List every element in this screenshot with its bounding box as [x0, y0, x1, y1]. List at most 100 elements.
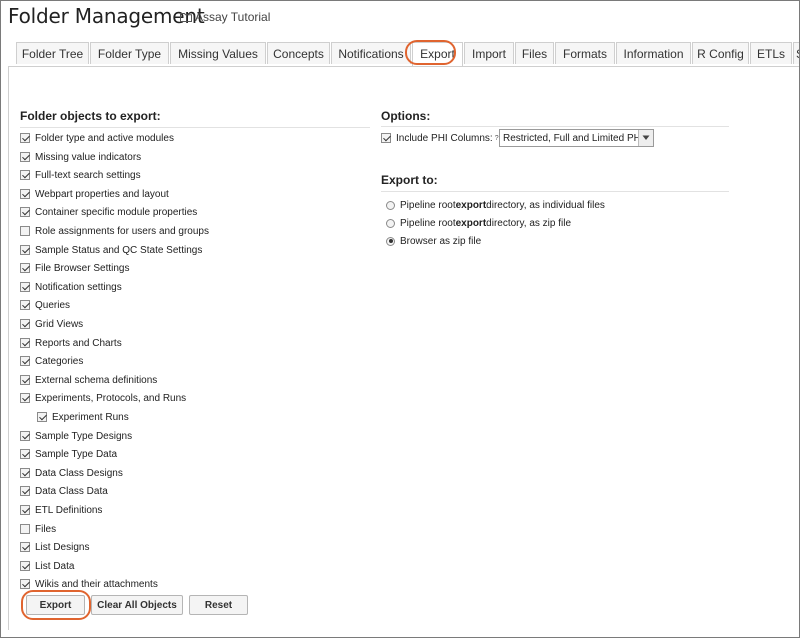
export-object-row[interactable]: External schema definitions	[20, 372, 157, 388]
export-object-row[interactable]: Missing value indicators	[20, 149, 141, 165]
export-object-label: Files	[35, 523, 57, 535]
include-phi-row[interactable]: Include PHI Columns: ?	[381, 130, 499, 146]
chevron-down-icon	[638, 130, 653, 146]
folder-icon	[180, 12, 192, 22]
export-object-row[interactable]: Experiments, Protocols, and Runs	[20, 390, 186, 406]
breadcrumb-label[interactable]: Assay Tutorial	[195, 10, 270, 24]
export-object-checkbox[interactable]	[20, 245, 30, 255]
export-object-row[interactable]: Sample Type Data	[20, 446, 117, 462]
export-object-label: Sample Status and QC State Settings	[35, 244, 203, 256]
tab-folder-tree[interactable]: Folder Tree	[16, 42, 89, 64]
include-phi-checkbox[interactable]	[381, 133, 391, 143]
export-object-label: Categories	[35, 355, 84, 367]
tab-import[interactable]: Import	[464, 42, 514, 64]
export-object-row[interactable]: Data Class Designs	[20, 465, 123, 481]
options-divider	[381, 126, 729, 127]
export-object-checkbox[interactable]	[20, 133, 30, 143]
export-object-checkbox[interactable]	[20, 449, 30, 459]
export-object-checkbox[interactable]	[20, 579, 30, 589]
export-object-label: Notification settings	[35, 281, 122, 293]
export-object-row[interactable]: Files	[20, 521, 56, 537]
export-object-checkbox[interactable]	[20, 319, 30, 329]
export-object-checkbox[interactable]	[20, 207, 30, 217]
tab-formats[interactable]: Formats	[555, 42, 615, 64]
export-object-label: Sample Type Designs	[35, 430, 133, 442]
export-object-row[interactable]: Categories	[20, 353, 83, 369]
export-object-row[interactable]: List Data	[20, 558, 74, 574]
export-object-checkbox[interactable]	[20, 486, 30, 496]
export-object-row[interactable]: Sample Type Designs	[20, 428, 132, 444]
tab-concepts[interactable]: Concepts	[267, 42, 330, 64]
export-object-checkbox[interactable]	[20, 300, 30, 310]
export-object-row[interactable]: Folder type and active modules	[20, 130, 174, 146]
radio-zip-file[interactable]	[386, 218, 395, 228]
export-object-checkbox[interactable]	[20, 189, 30, 199]
export-object-row[interactable]: Sample Status and QC State Settings	[20, 242, 202, 258]
radio-label-part: Pipeline root	[400, 217, 456, 229]
export-object-row[interactable]: Grid Views	[20, 316, 83, 332]
export-object-checkbox[interactable]	[20, 505, 30, 515]
radio-individual-files[interactable]	[386, 200, 395, 210]
export-object-label: Full-text search settings	[35, 169, 141, 181]
export-object-label: Container specific module properties	[35, 206, 198, 218]
radio-row-browser-zip[interactable]: Browser as zip file	[386, 233, 481, 249]
export-object-label: Data Class Data	[35, 485, 108, 497]
export-object-label: Experiments, Protocols, and Runs	[35, 392, 187, 404]
tab-missing-values[interactable]: Missing Values	[170, 42, 266, 64]
tab-information[interactable]: Information	[616, 42, 691, 64]
export-object-checkbox[interactable]	[20, 263, 30, 273]
radio-label-part: directory, as individual files	[486, 199, 605, 211]
radio-label-part: Browser as zip file	[400, 235, 482, 247]
export-to-divider	[381, 191, 729, 192]
radio-row-individual-files[interactable]: Pipeline root export directory, as indiv…	[386, 197, 605, 213]
export-object-row[interactable]: Reports and Charts	[20, 335, 122, 351]
export-object-checkbox[interactable]	[20, 431, 30, 441]
radio-row-zip-file[interactable]: Pipeline root export directory, as zip f…	[386, 215, 571, 231]
export-object-checkbox[interactable]	[20, 542, 30, 552]
export-object-row[interactable]: Experiment Runs	[37, 409, 129, 425]
export-object-label: File Browser Settings	[35, 262, 130, 274]
export-object-row[interactable]: Full-text search settings	[20, 167, 141, 183]
export-object-checkbox[interactable]	[20, 226, 30, 236]
clear-all-objects-button[interactable]: Clear All Objects	[91, 595, 183, 615]
export-object-row[interactable]: Queries	[20, 297, 70, 313]
export-object-label: Queries	[35, 299, 71, 311]
export-object-checkbox[interactable]	[20, 170, 30, 180]
export-object-checkbox[interactable]	[20, 375, 30, 385]
export-object-checkbox[interactable]	[20, 468, 30, 478]
phi-level-value: Restricted, Full and Limited PHI	[503, 132, 644, 144]
export-object-row[interactable]: Container specific module properties	[20, 204, 197, 220]
export-object-checkbox[interactable]	[20, 524, 30, 534]
objects-section-title: Folder objects to export:	[20, 109, 161, 123]
export-object-label: List Designs	[35, 541, 90, 553]
breadcrumb[interactable]: Assay Tutorial	[180, 10, 270, 24]
tab-files[interactable]: Files	[515, 42, 554, 64]
tab-etls[interactable]: ETLs	[750, 42, 792, 64]
export-object-row[interactable]: ETL Definitions	[20, 502, 102, 518]
tab-notifications[interactable]: Notifications	[331, 42, 411, 64]
export-object-label: Folder type and active modules	[35, 132, 174, 144]
tab-folder-type[interactable]: Folder Type	[90, 42, 169, 64]
export-object-row[interactable]: Data Class Data	[20, 483, 108, 499]
tab-r-config[interactable]: R Config	[692, 42, 749, 64]
export-object-checkbox[interactable]	[20, 393, 30, 403]
reset-button[interactable]: Reset	[189, 595, 248, 615]
export-object-checkbox[interactable]	[20, 282, 30, 292]
radio-browser-zip[interactable]	[386, 236, 395, 246]
export-object-checkbox[interactable]	[20, 561, 30, 571]
export-object-row[interactable]: Role assignments for users and groups	[20, 223, 209, 239]
export-object-checkbox[interactable]	[20, 338, 30, 348]
export-object-row[interactable]: File Browser Settings	[20, 260, 129, 276]
export-object-checkbox[interactable]	[20, 356, 30, 366]
export-object-row[interactable]: Notification settings	[20, 279, 122, 295]
export-object-row[interactable]: List Designs	[20, 539, 89, 555]
export-object-checkbox[interactable]	[37, 412, 47, 422]
export-button-highlight	[21, 590, 91, 620]
phi-level-select[interactable]: Restricted, Full and Limited PHI	[499, 129, 654, 147]
export-object-checkbox[interactable]	[20, 152, 30, 162]
tab-overflow[interactable]: S	[793, 42, 799, 64]
export-object-label: External schema definitions	[35, 374, 158, 386]
export-to-section-title: Export to:	[381, 173, 438, 187]
export-object-row[interactable]: Webpart properties and layout	[20, 186, 169, 202]
export-object-label: Grid Views	[35, 318, 84, 330]
